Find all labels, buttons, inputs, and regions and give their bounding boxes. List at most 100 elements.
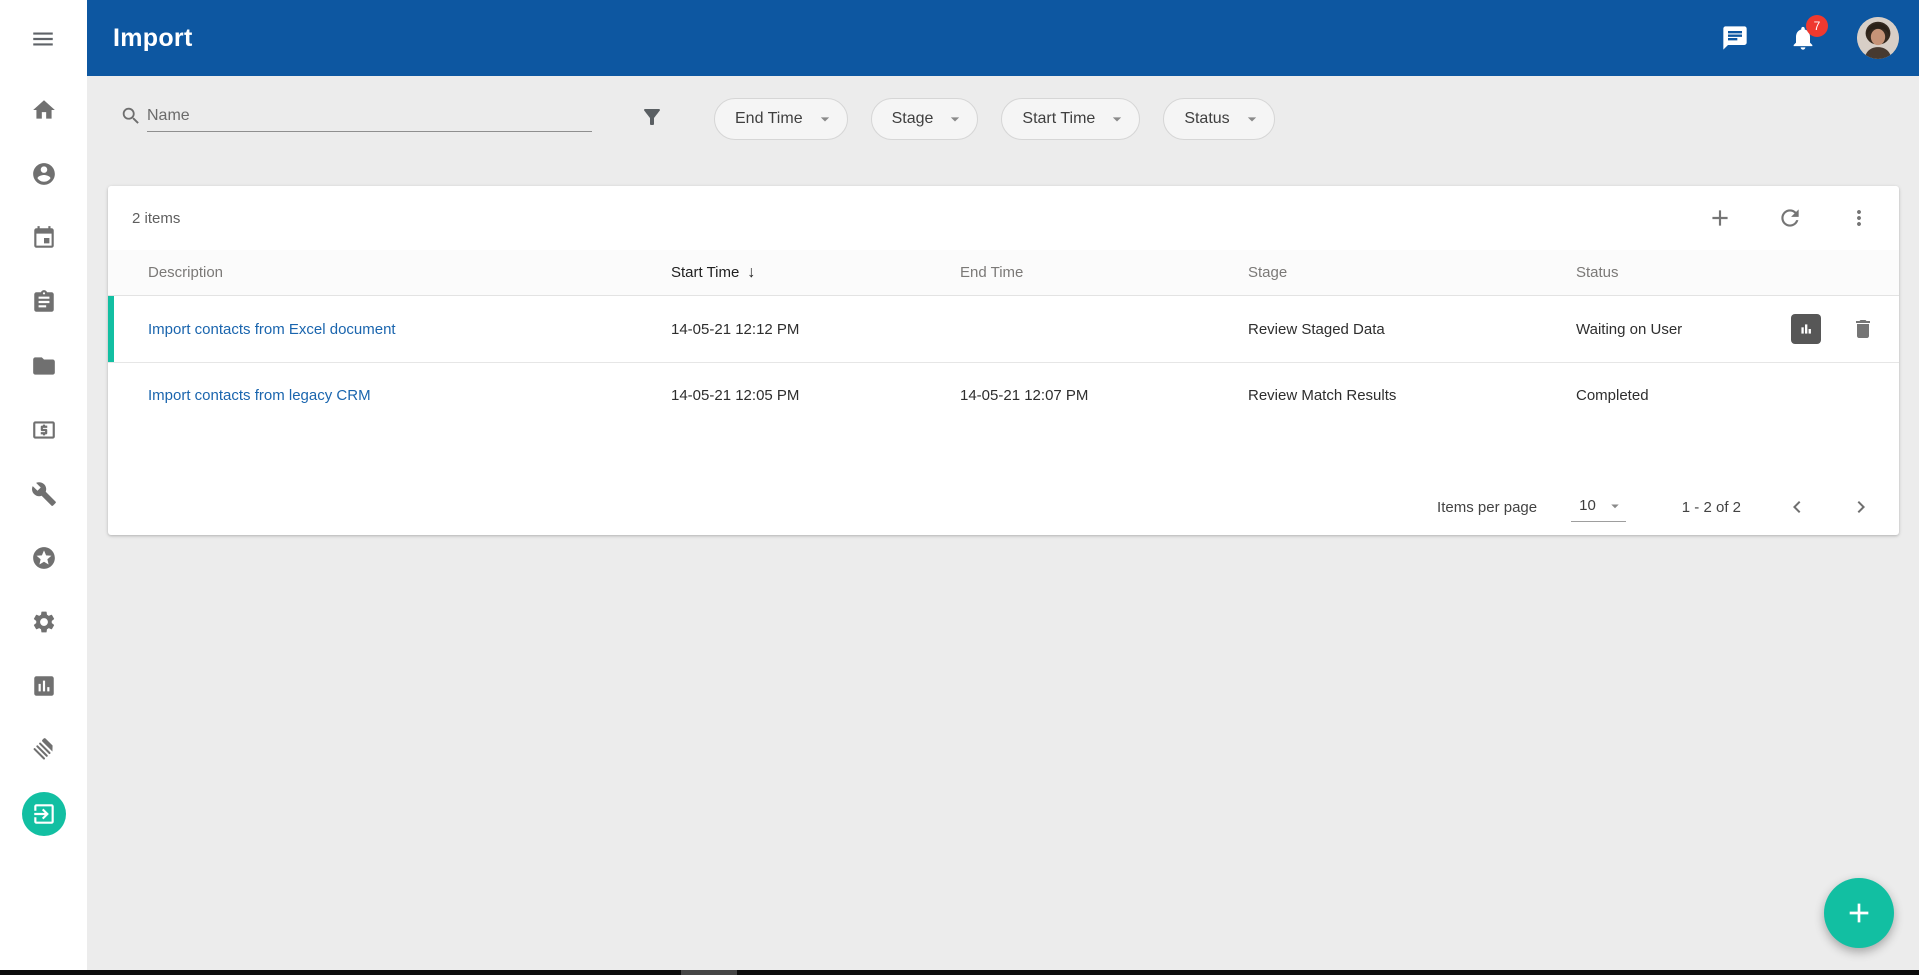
cell-status: Completed: [1576, 387, 1760, 404]
person-circle-icon: [31, 161, 57, 187]
sidebar-item-settings[interactable]: [22, 600, 66, 644]
table-header-row: Description Start Time ↓ End Time Stage …: [108, 250, 1899, 296]
chat-icon: [1721, 24, 1749, 52]
handshake-icon: [31, 737, 57, 763]
menu-icon: [30, 26, 56, 52]
cell-end-time: 14-05-21 12:07 PM: [960, 387, 1248, 404]
import-job-link[interactable]: Import contacts from legacy CRM: [148, 387, 371, 404]
delete-button[interactable]: [1851, 317, 1875, 341]
items-per-page-value: 10: [1579, 497, 1596, 514]
page-title: Import: [113, 24, 193, 53]
filter-chip-start-time[interactable]: Start Time: [1001, 98, 1140, 140]
column-header-start-time[interactable]: Start Time ↓: [671, 264, 960, 282]
chip-label: End Time: [735, 110, 803, 128]
chip-label: Start Time: [1022, 110, 1095, 128]
bar-chart-icon: [31, 673, 57, 699]
refresh-icon: [1777, 205, 1803, 231]
sidebar-item-contacts[interactable]: [22, 152, 66, 196]
pagination-range: 1 - 2 of 2: [1682, 499, 1741, 516]
folder-icon: [31, 353, 57, 379]
next-page-button[interactable]: [1849, 495, 1873, 519]
notification-badge: 7: [1806, 15, 1828, 37]
star-circle-icon: [31, 545, 57, 571]
table-row: Import contacts from legacy CRM 14-05-21…: [108, 362, 1899, 428]
cell-status: Waiting on User: [1576, 321, 1760, 338]
filter-chips: End Time Stage Start Time Status: [714, 98, 1275, 140]
horizontal-scrollbar[interactable]: [0, 970, 1919, 975]
hamburger-menu-button[interactable]: [22, 25, 64, 53]
sidebar-nav: [0, 88, 87, 856]
plus-icon: [1707, 205, 1733, 231]
messages-button[interactable]: [1721, 24, 1749, 52]
column-header-label: Start Time: [671, 264, 739, 281]
row-actions: [1760, 314, 1875, 344]
search-input[interactable]: [147, 100, 592, 132]
column-header-stage[interactable]: Stage: [1248, 264, 1576, 281]
view-results-button[interactable]: [1791, 314, 1821, 344]
sidebar-item-home[interactable]: [22, 88, 66, 132]
items-count: 2 items: [132, 210, 180, 227]
money-icon: [31, 417, 57, 443]
cell-start-time: 14-05-21 12:12 PM: [671, 321, 960, 338]
sidebar: [0, 0, 87, 975]
chevron-down-icon: [1606, 497, 1624, 515]
card-toolbar: 2 items: [108, 186, 1899, 250]
filter-chip-end-time[interactable]: End Time: [714, 98, 848, 140]
user-avatar[interactable]: [1857, 17, 1899, 59]
import-list-card: 2 items Description Start Time ↓ End Tim…: [108, 186, 1899, 535]
chevron-down-icon: [1242, 109, 1262, 129]
search-icon: [120, 105, 142, 127]
refresh-button[interactable]: [1777, 205, 1803, 231]
more-options-button[interactable]: [1847, 206, 1871, 230]
calendar-icon: [31, 225, 57, 251]
filter-chip-stage[interactable]: Stage: [871, 98, 979, 140]
import-job-link[interactable]: Import contacts from Excel document: [148, 321, 396, 338]
items-per-page-select[interactable]: 10: [1571, 493, 1626, 522]
column-header-end-time[interactable]: End Time: [960, 264, 1248, 281]
scrollbar-thumb[interactable]: [681, 970, 737, 975]
plus-icon: [1843, 897, 1875, 929]
funnel-icon: [640, 105, 664, 129]
sidebar-item-billing[interactable]: [22, 408, 66, 452]
table-row: Import contacts from Excel document 14-0…: [108, 296, 1899, 362]
gear-icon: [31, 609, 57, 635]
sidebar-item-tasks[interactable]: [22, 280, 66, 324]
previous-page-button[interactable]: [1785, 495, 1809, 519]
filter-chip-status[interactable]: Status: [1163, 98, 1274, 140]
chevron-left-icon: [1785, 495, 1809, 519]
clipboard-icon: [31, 289, 57, 315]
filter-bar: End Time Stage Start Time Status: [87, 76, 1919, 156]
column-header-description[interactable]: Description: [148, 264, 671, 281]
wrench-icon: [31, 481, 57, 507]
chip-label: Stage: [892, 110, 934, 128]
new-import-fab[interactable]: [1824, 878, 1894, 948]
cell-stage: Review Staged Data: [1248, 321, 1576, 338]
chevron-right-icon: [1849, 495, 1873, 519]
pagination-bar: Items per page 10 1 - 2 of 2: [108, 479, 1899, 535]
sidebar-item-documents[interactable]: [22, 344, 66, 388]
kebab-menu-icon: [1847, 206, 1871, 230]
column-header-status[interactable]: Status: [1576, 264, 1760, 281]
topbar-actions: 7: [1721, 17, 1899, 59]
filter-button[interactable]: [640, 105, 664, 129]
card-toolbar-actions: [1707, 205, 1871, 231]
chip-label: Status: [1184, 110, 1229, 128]
add-button[interactable]: [1707, 205, 1733, 231]
chevron-down-icon: [945, 109, 965, 129]
import-icon: [31, 801, 57, 827]
sidebar-item-favorites[interactable]: [22, 536, 66, 580]
sidebar-item-import[interactable]: [22, 792, 66, 836]
sidebar-item-reports[interactable]: [22, 664, 66, 708]
bar-chart-icon: [1796, 319, 1816, 339]
home-icon: [31, 97, 57, 123]
sidebar-item-calendar[interactable]: [22, 216, 66, 260]
avatar-image: [1857, 17, 1899, 59]
cell-start-time: 14-05-21 12:05 PM: [671, 387, 960, 404]
notifications-button[interactable]: 7: [1789, 24, 1817, 52]
search-field: [120, 100, 595, 136]
trash-icon: [1851, 317, 1875, 341]
chevron-down-icon: [815, 109, 835, 129]
sidebar-item-tools[interactable]: [22, 472, 66, 516]
topbar: Import 7: [87, 0, 1919, 76]
sidebar-item-partners[interactable]: [22, 728, 66, 772]
